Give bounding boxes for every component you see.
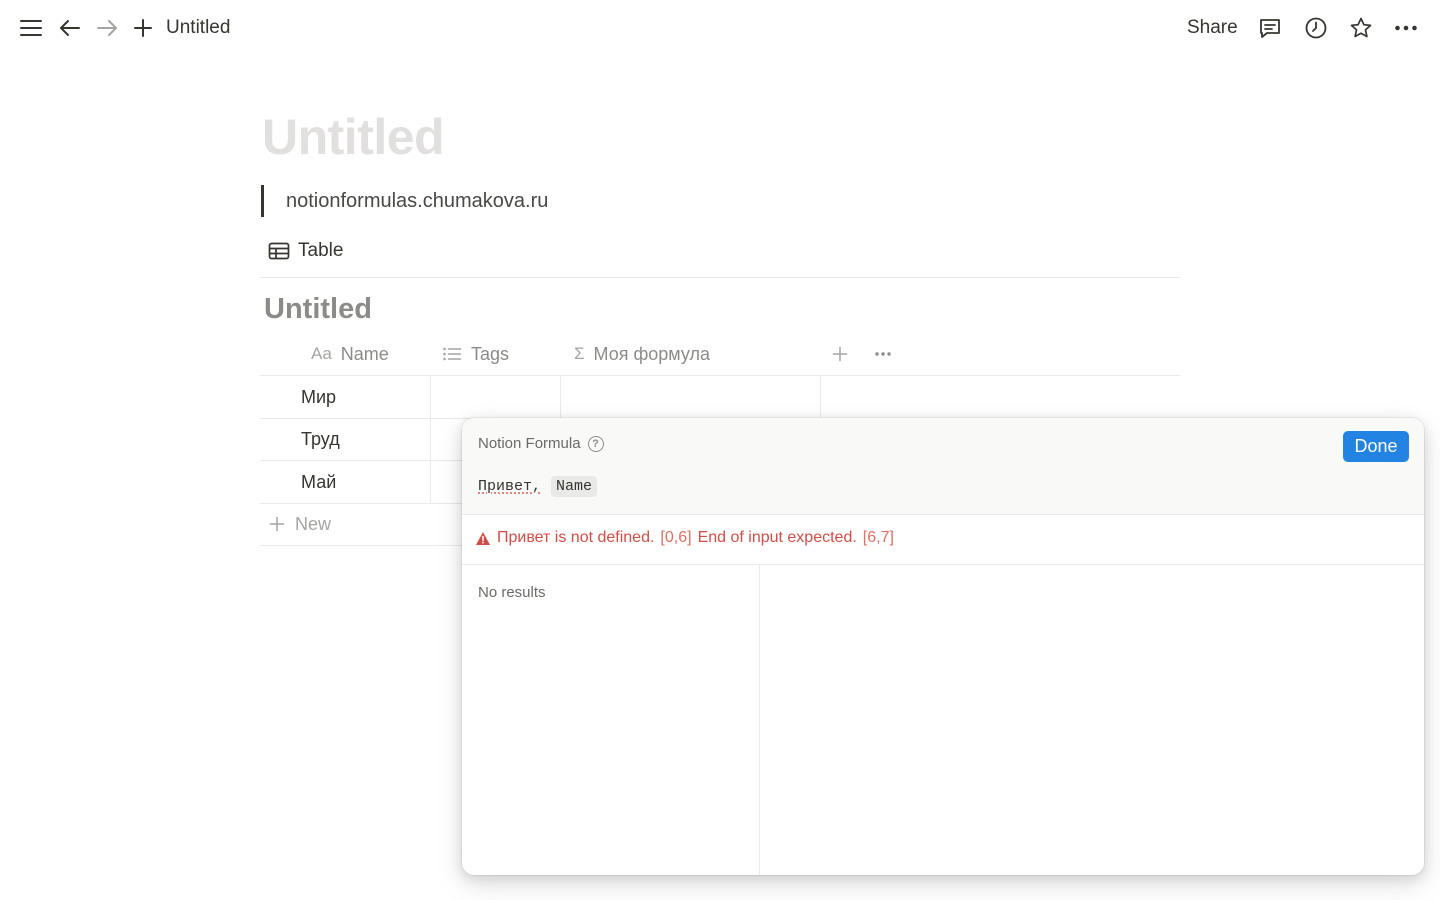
formula-text: Привет,	[478, 478, 542, 495]
favorite-star-icon[interactable]	[1345, 12, 1377, 44]
new-page-plus-icon[interactable]	[127, 12, 159, 44]
column-label: Tags	[471, 343, 510, 364]
column-label: Моя формула	[593, 343, 710, 364]
divider	[260, 277, 1180, 278]
table-row[interactable]: Мир	[260, 376, 1180, 419]
plus-icon	[832, 346, 848, 362]
panel-divider	[759, 565, 760, 875]
column-divider	[430, 376, 431, 503]
error-position-1: [0,6]	[660, 529, 692, 546]
view-tab-table[interactable]: Table	[268, 240, 343, 262]
property-token-name[interactable]: Name	[551, 476, 598, 497]
quote-block[interactable]: notionformulas.chumakova.ru	[261, 185, 548, 217]
formula-input[interactable]: Привет, Name	[478, 476, 598, 497]
page-title[interactable]: Untitled	[262, 108, 445, 166]
error-text-1: Привет is not defined.	[497, 529, 655, 546]
more-options-icon	[875, 352, 891, 356]
table-icon	[268, 242, 290, 260]
table-header: Aa Name Tags Σ Моя формула	[260, 333, 1180, 376]
new-row-label: New	[295, 513, 332, 534]
formula-editor-label: Notion Formula ?	[478, 435, 604, 452]
comments-icon[interactable]	[1254, 12, 1286, 44]
plus-icon	[269, 516, 285, 532]
column-divider	[560, 376, 561, 418]
row-name-cell[interactable]: Май	[301, 461, 336, 503]
breadcrumb-title[interactable]: Untitled	[166, 17, 230, 39]
formula-error-message: Привет is not defined. [0,6] End of inpu…	[475, 529, 894, 547]
updates-clock-icon[interactable]	[1300, 12, 1332, 44]
sidebar-menu-icon[interactable]	[15, 12, 47, 44]
formula-editor-header: Notion Formula ? Done Привет, Name	[462, 418, 1424, 515]
warning-icon	[475, 531, 491, 546]
forward-arrow-icon[interactable]	[91, 12, 123, 44]
formula-editor-popup: Notion Formula ? Done Привет, Name Приве…	[462, 418, 1424, 875]
divider	[462, 564, 1424, 565]
view-tab-label: Table	[298, 240, 344, 261]
formula-editor-title: Notion Formula	[478, 435, 581, 452]
table-options-button[interactable]	[874, 333, 892, 375]
add-property-button[interactable]	[832, 333, 848, 375]
column-label: Name	[340, 343, 389, 364]
error-text-2: End of input expected.	[697, 529, 857, 546]
help-icon[interactable]: ?	[587, 435, 604, 452]
share-button[interactable]: Share	[1187, 17, 1238, 39]
error-position-2: [6,7]	[862, 529, 894, 546]
database-title[interactable]: Untitled	[264, 293, 372, 326]
sigma-formula-icon: Σ	[574, 344, 585, 363]
back-arrow-icon[interactable]	[54, 12, 86, 44]
done-button[interactable]: Done	[1343, 431, 1409, 462]
top-bar: Untitled Share	[0, 0, 1440, 56]
text-property-icon: Aa	[311, 344, 332, 363]
row-name-cell[interactable]: Труд	[301, 418, 340, 460]
list-icon	[442, 346, 462, 362]
row-name-cell[interactable]: Мир	[301, 376, 336, 418]
results-list-empty: No results	[478, 584, 546, 601]
column-divider	[820, 376, 821, 418]
more-options-icon[interactable]	[1390, 12, 1422, 44]
column-header-formula[interactable]: Σ Моя формула	[574, 333, 710, 375]
column-header-name[interactable]: Aa Name	[311, 333, 389, 375]
column-header-tags[interactable]: Tags	[442, 333, 509, 375]
